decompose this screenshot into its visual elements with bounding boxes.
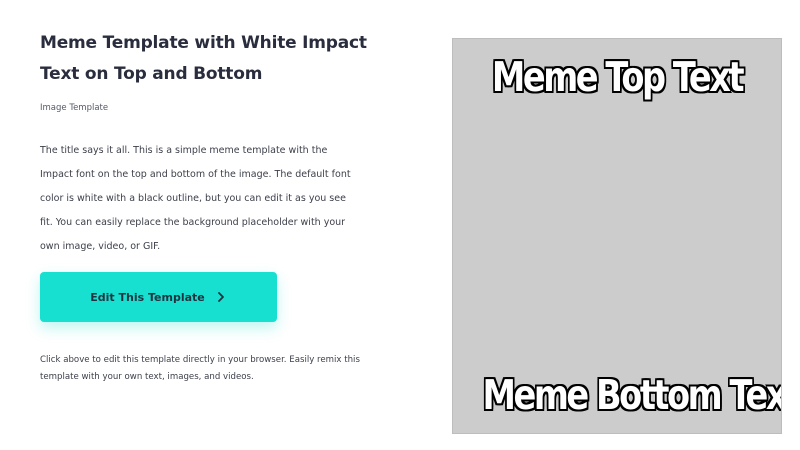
- chevron-right-icon: [217, 292, 224, 302]
- page-title: Meme Template with White Impact Text on …: [40, 33, 367, 84]
- meme-preview-image: Meme Top Text Meme Bottom Text: [452, 38, 782, 434]
- template-page: Meme Template with White Impact Text on …: [0, 0, 800, 450]
- meme-bottom-text: Meme Bottom Text: [482, 371, 782, 419]
- edit-template-label: Edit This Template: [90, 290, 205, 304]
- template-type-label: Image Template: [40, 103, 109, 113]
- edit-note: Click above to edit this template direct…: [40, 355, 360, 382]
- template-info: Meme Template with White Impact Text on …: [40, 28, 380, 269]
- meme-top-text: Meme Top Text: [491, 53, 745, 101]
- template-description: The title says it all. This is a simple …: [40, 145, 351, 252]
- edit-template-button[interactable]: Edit This Template: [40, 272, 277, 322]
